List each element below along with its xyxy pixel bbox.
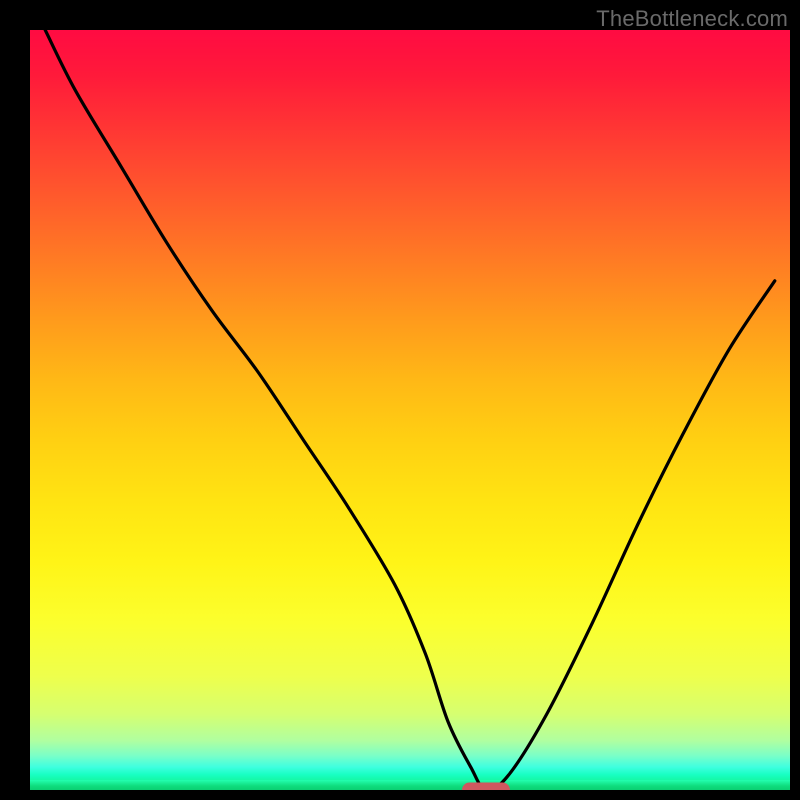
- optimum-marker: [462, 783, 510, 791]
- watermark-text: TheBottleneck.com: [596, 6, 788, 32]
- bottleneck-curve: [30, 30, 790, 790]
- plot-area: [30, 30, 790, 790]
- chart-frame: TheBottleneck.com: [0, 0, 800, 800]
